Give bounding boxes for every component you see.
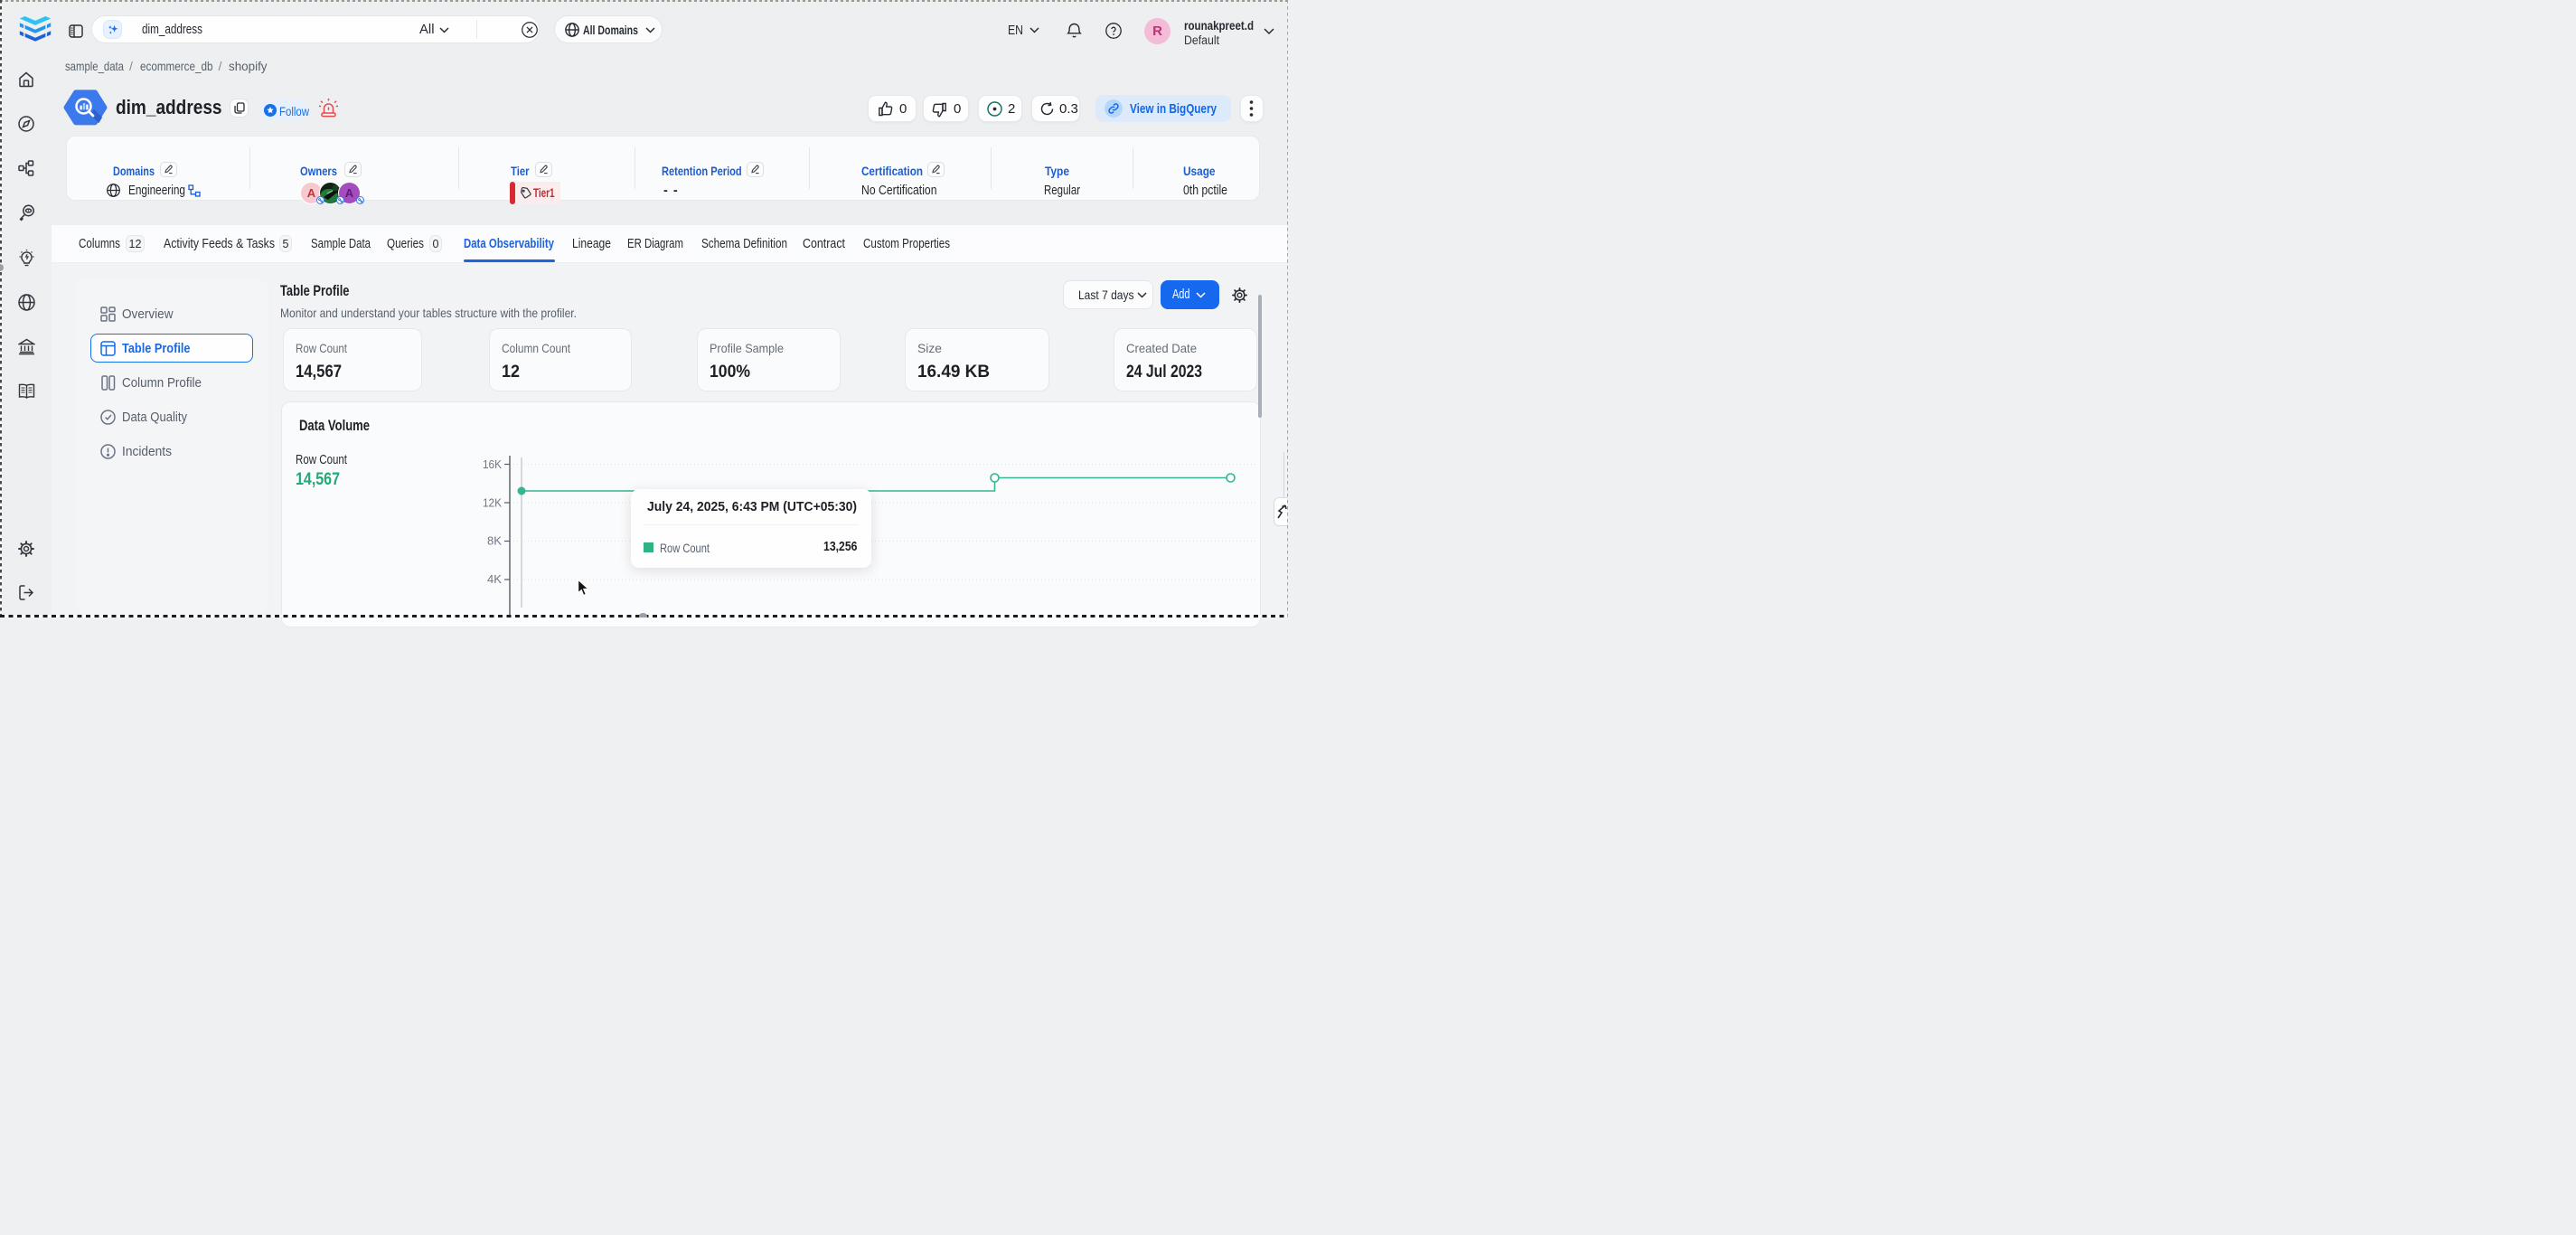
svg-text:16K: 16K xyxy=(483,457,502,471)
svg-text:12K: 12K xyxy=(483,496,502,510)
svg-text:8K: 8K xyxy=(487,534,502,548)
svg-text:4K: 4K xyxy=(487,572,502,586)
